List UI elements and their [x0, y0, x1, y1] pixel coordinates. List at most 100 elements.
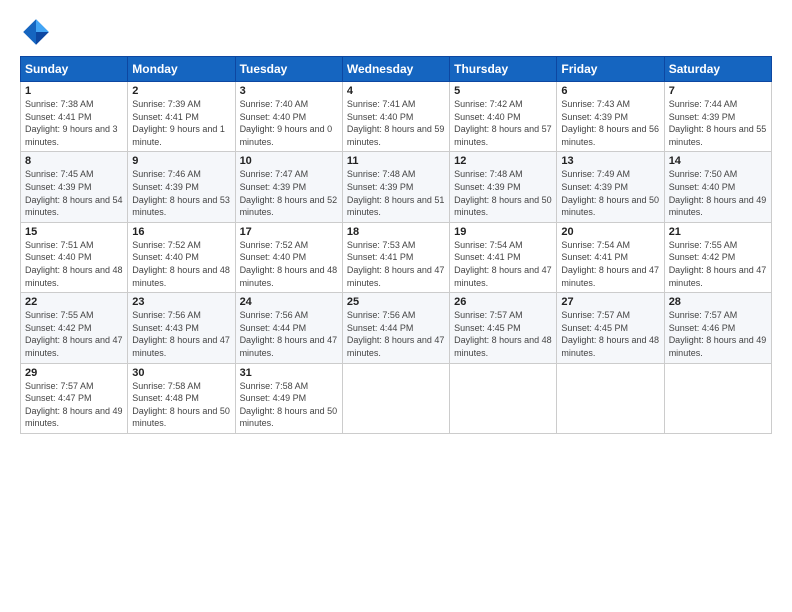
day-info: Sunrise: 7:45 AMSunset: 4:39 PMDaylight:…: [25, 169, 123, 217]
calendar-cell: [450, 363, 557, 433]
calendar-cell: [557, 363, 664, 433]
day-number: 14: [669, 155, 767, 167]
calendar-cell: 4 Sunrise: 7:41 AMSunset: 4:40 PMDayligh…: [342, 82, 449, 152]
day-number: 8: [25, 155, 123, 167]
day-info: Sunrise: 7:48 AMSunset: 4:39 PMDaylight:…: [454, 169, 552, 217]
page: SundayMondayTuesdayWednesdayThursdayFrid…: [0, 0, 792, 612]
calendar-cell: 30 Sunrise: 7:58 AMSunset: 4:48 PMDaylig…: [128, 363, 235, 433]
day-number: 20: [561, 226, 659, 238]
day-info: Sunrise: 7:56 AMSunset: 4:44 PMDaylight:…: [240, 310, 338, 358]
calendar-cell: [664, 363, 771, 433]
calendar-cell: 3 Sunrise: 7:40 AMSunset: 4:40 PMDayligh…: [235, 82, 342, 152]
calendar-cell: 23 Sunrise: 7:56 AMSunset: 4:43 PMDaylig…: [128, 293, 235, 363]
calendar-cell: 22 Sunrise: 7:55 AMSunset: 4:42 PMDaylig…: [21, 293, 128, 363]
calendar-cell: 15 Sunrise: 7:51 AMSunset: 4:40 PMDaylig…: [21, 222, 128, 292]
calendar-week-row: 15 Sunrise: 7:51 AMSunset: 4:40 PMDaylig…: [21, 222, 772, 292]
day-number: 18: [347, 226, 445, 238]
calendar-cell: 9 Sunrise: 7:46 AMSunset: 4:39 PMDayligh…: [128, 152, 235, 222]
calendar-cell: 11 Sunrise: 7:48 AMSunset: 4:39 PMDaylig…: [342, 152, 449, 222]
calendar-cell: 25 Sunrise: 7:56 AMSunset: 4:44 PMDaylig…: [342, 293, 449, 363]
day-info: Sunrise: 7:48 AMSunset: 4:39 PMDaylight:…: [347, 169, 445, 217]
day-info: Sunrise: 7:40 AMSunset: 4:40 PMDaylight:…: [240, 99, 333, 147]
day-number: 3: [240, 85, 338, 97]
day-number: 27: [561, 296, 659, 308]
calendar-week-row: 1 Sunrise: 7:38 AMSunset: 4:41 PMDayligh…: [21, 82, 772, 152]
day-info: Sunrise: 7:53 AMSunset: 4:41 PMDaylight:…: [347, 240, 445, 288]
day-number: 1: [25, 85, 123, 97]
logo: [20, 16, 58, 48]
calendar-cell: 7 Sunrise: 7:44 AMSunset: 4:39 PMDayligh…: [664, 82, 771, 152]
day-number: 2: [132, 85, 230, 97]
calendar-cell: 14 Sunrise: 7:50 AMSunset: 4:40 PMDaylig…: [664, 152, 771, 222]
calendar-header-row: SundayMondayTuesdayWednesdayThursdayFrid…: [21, 57, 772, 82]
day-info: Sunrise: 7:57 AMSunset: 4:46 PMDaylight:…: [669, 310, 767, 358]
calendar-cell: 8 Sunrise: 7:45 AMSunset: 4:39 PMDayligh…: [21, 152, 128, 222]
calendar-cell: 13 Sunrise: 7:49 AMSunset: 4:39 PMDaylig…: [557, 152, 664, 222]
calendar-week-row: 29 Sunrise: 7:57 AMSunset: 4:47 PMDaylig…: [21, 363, 772, 433]
day-info: Sunrise: 7:52 AMSunset: 4:40 PMDaylight:…: [240, 240, 338, 288]
calendar-cell: 1 Sunrise: 7:38 AMSunset: 4:41 PMDayligh…: [21, 82, 128, 152]
day-number: 31: [240, 367, 338, 379]
day-info: Sunrise: 7:57 AMSunset: 4:45 PMDaylight:…: [561, 310, 659, 358]
calendar-cell: 20 Sunrise: 7:54 AMSunset: 4:41 PMDaylig…: [557, 222, 664, 292]
header: [20, 16, 772, 48]
calendar-cell: 5 Sunrise: 7:42 AMSunset: 4:40 PMDayligh…: [450, 82, 557, 152]
day-info: Sunrise: 7:50 AMSunset: 4:40 PMDaylight:…: [669, 169, 767, 217]
calendar-cell: 6 Sunrise: 7:43 AMSunset: 4:39 PMDayligh…: [557, 82, 664, 152]
day-info: Sunrise: 7:52 AMSunset: 4:40 PMDaylight:…: [132, 240, 230, 288]
day-info: Sunrise: 7:57 AMSunset: 4:45 PMDaylight:…: [454, 310, 552, 358]
calendar-col-header: Wednesday: [342, 57, 449, 82]
calendar-cell: 16 Sunrise: 7:52 AMSunset: 4:40 PMDaylig…: [128, 222, 235, 292]
day-info: Sunrise: 7:38 AMSunset: 4:41 PMDaylight:…: [25, 99, 118, 147]
day-info: Sunrise: 7:39 AMSunset: 4:41 PMDaylight:…: [132, 99, 225, 147]
day-info: Sunrise: 7:55 AMSunset: 4:42 PMDaylight:…: [25, 310, 123, 358]
day-number: 12: [454, 155, 552, 167]
calendar-col-header: Friday: [557, 57, 664, 82]
calendar-col-header: Saturday: [664, 57, 771, 82]
day-number: 5: [454, 85, 552, 97]
day-number: 13: [561, 155, 659, 167]
day-number: 7: [669, 85, 767, 97]
day-number: 25: [347, 296, 445, 308]
calendar-cell: 24 Sunrise: 7:56 AMSunset: 4:44 PMDaylig…: [235, 293, 342, 363]
day-info: Sunrise: 7:54 AMSunset: 4:41 PMDaylight:…: [561, 240, 659, 288]
day-number: 22: [25, 296, 123, 308]
day-info: Sunrise: 7:58 AMSunset: 4:49 PMDaylight:…: [240, 381, 338, 429]
day-number: 4: [347, 85, 445, 97]
logo-icon: [20, 16, 52, 48]
calendar-cell: 12 Sunrise: 7:48 AMSunset: 4:39 PMDaylig…: [450, 152, 557, 222]
day-number: 30: [132, 367, 230, 379]
day-info: Sunrise: 7:41 AMSunset: 4:40 PMDaylight:…: [347, 99, 445, 147]
day-info: Sunrise: 7:58 AMSunset: 4:48 PMDaylight:…: [132, 381, 230, 429]
day-number: 11: [347, 155, 445, 167]
day-info: Sunrise: 7:51 AMSunset: 4:40 PMDaylight:…: [25, 240, 123, 288]
calendar-col-header: Monday: [128, 57, 235, 82]
calendar-cell: 2 Sunrise: 7:39 AMSunset: 4:41 PMDayligh…: [128, 82, 235, 152]
day-number: 10: [240, 155, 338, 167]
calendar-cell: 19 Sunrise: 7:54 AMSunset: 4:41 PMDaylig…: [450, 222, 557, 292]
day-number: 21: [669, 226, 767, 238]
day-number: 29: [25, 367, 123, 379]
day-info: Sunrise: 7:43 AMSunset: 4:39 PMDaylight:…: [561, 99, 659, 147]
calendar-cell: 18 Sunrise: 7:53 AMSunset: 4:41 PMDaylig…: [342, 222, 449, 292]
day-info: Sunrise: 7:42 AMSunset: 4:40 PMDaylight:…: [454, 99, 552, 147]
day-number: 16: [132, 226, 230, 238]
day-number: 6: [561, 85, 659, 97]
calendar-col-header: Thursday: [450, 57, 557, 82]
calendar-col-header: Sunday: [21, 57, 128, 82]
day-number: 19: [454, 226, 552, 238]
day-info: Sunrise: 7:57 AMSunset: 4:47 PMDaylight:…: [25, 381, 123, 429]
calendar-cell: 21 Sunrise: 7:55 AMSunset: 4:42 PMDaylig…: [664, 222, 771, 292]
day-info: Sunrise: 7:56 AMSunset: 4:44 PMDaylight:…: [347, 310, 445, 358]
day-number: 28: [669, 296, 767, 308]
day-info: Sunrise: 7:47 AMSunset: 4:39 PMDaylight:…: [240, 169, 338, 217]
calendar-cell: 10 Sunrise: 7:47 AMSunset: 4:39 PMDaylig…: [235, 152, 342, 222]
day-info: Sunrise: 7:54 AMSunset: 4:41 PMDaylight:…: [454, 240, 552, 288]
day-number: 24: [240, 296, 338, 308]
day-info: Sunrise: 7:44 AMSunset: 4:39 PMDaylight:…: [669, 99, 767, 147]
calendar-cell: 26 Sunrise: 7:57 AMSunset: 4:45 PMDaylig…: [450, 293, 557, 363]
day-number: 23: [132, 296, 230, 308]
calendar-col-header: Tuesday: [235, 57, 342, 82]
day-info: Sunrise: 7:56 AMSunset: 4:43 PMDaylight:…: [132, 310, 230, 358]
day-number: 17: [240, 226, 338, 238]
